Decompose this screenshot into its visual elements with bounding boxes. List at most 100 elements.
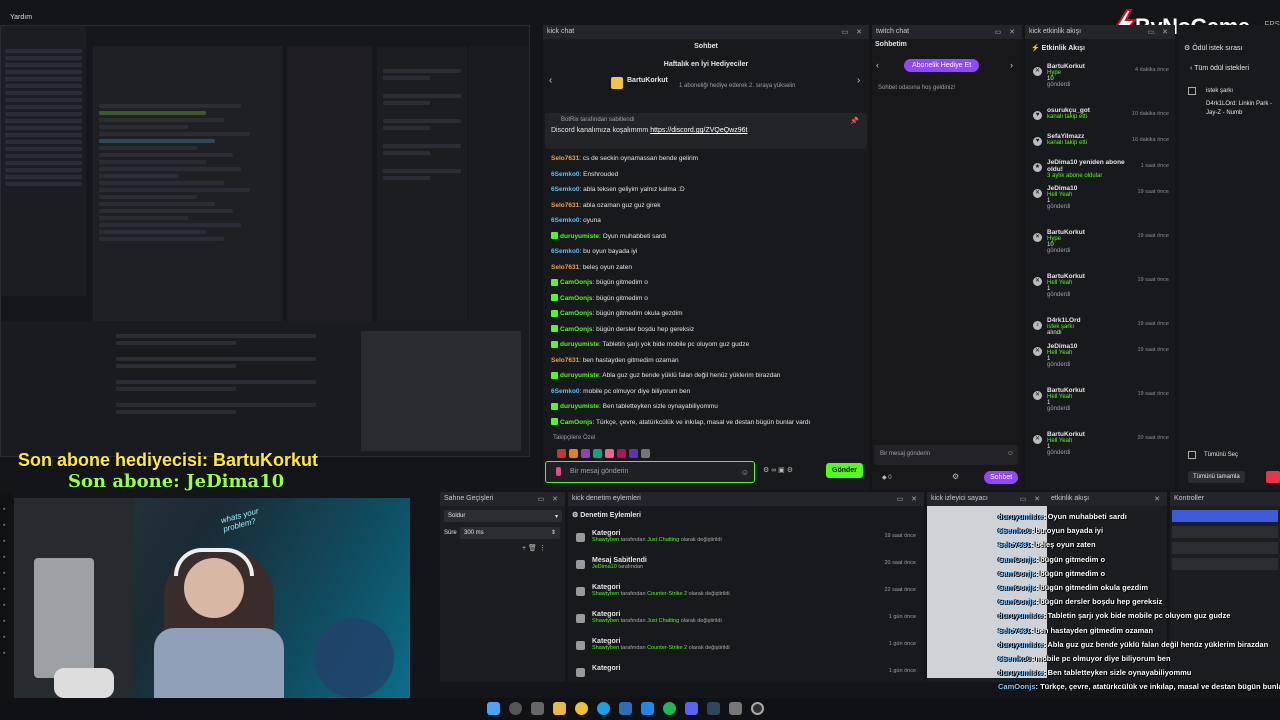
twitch-send-button[interactable]: Sohbet (984, 471, 1019, 484)
dock-close-icon[interactable]: ▭ ✕ (842, 28, 865, 36)
overlay-chat-user: duruyumiste (998, 512, 1044, 521)
discord-icon[interactable] (685, 702, 698, 715)
twitch-prev-icon[interactable]: ‹ (876, 60, 879, 70)
obs-icon[interactable] (751, 702, 764, 715)
chat-text: cs de seckin oynamassan bende gelirim (582, 155, 699, 162)
chat-username[interactable]: 6Semko0 (551, 388, 580, 395)
overlay-chat-line: duruyumiste: Oyun muhabbeti sardı (998, 510, 1280, 524)
chat-username[interactable]: 6Semko0 (551, 248, 580, 255)
overlay-chat-text: : Ben tabletteyken sizle oynayabiliyommu (1043, 668, 1192, 678)
chat-username[interactable]: 6Semko0 (551, 217, 580, 224)
chat-username[interactable]: Selo7631 (551, 155, 579, 162)
chat-username[interactable]: Selo7631 (551, 264, 579, 271)
kick-input-placeholder: Bir mesaj gönderin (570, 468, 629, 475)
chat-message: CamOonjs: bügün gitmedim o (543, 275, 869, 291)
gifters-prev-icon[interactable]: ‹ (549, 75, 552, 86)
kick-chat-header: Sohbet (694, 43, 718, 50)
steam-icon[interactable] (707, 702, 720, 715)
mod-action-desc: Shawtyben tarafından Just Chatting olara… (592, 537, 722, 543)
channel-points[interactable]: ◆ 0 (882, 474, 892, 481)
store-icon[interactable] (619, 702, 632, 715)
mod-action-item: Kategori Shawtyben tarafından Counter-Str… (568, 638, 924, 665)
reward-sub[interactable]: ‹ Tüm ödül istekleri (1190, 65, 1249, 72)
dock-close-icon[interactable]: ▭ ✕ (1020, 495, 1043, 503)
chat-text: bügün gitmedim o (596, 279, 648, 286)
mod-action-item: Kategori 1 gün önce (568, 665, 924, 692)
chat-message: Selo7631: cs de seckin oynamassan bende … (551, 155, 699, 162)
twitch-settings-icon[interactable]: ⚙ (952, 472, 959, 481)
transition-select[interactable]: Soldur ▾ (444, 510, 562, 522)
kick-send-button[interactable]: Gönder (826, 463, 863, 478)
overlay-chat-line: CamOonjs: bügün dersler boşdu hep gereks… (998, 595, 1280, 609)
dock-close-icon[interactable]: ▭ ✕ (995, 28, 1018, 36)
controls-dock-title: Kontroller (1170, 492, 1280, 506)
kick-chat-input[interactable]: Bir mesaj gönderin ☺ (545, 461, 755, 483)
event-item: ♥ osurukçu_got kanalı takip etti 10 dakika … (1025, 107, 1175, 133)
chat-text: Tabletin şarjı yok bide mobile pc oluyom… (602, 341, 750, 348)
event-item: ✕ BartuKorkut Hell Yeah 1 gönderdi 19 saat ön… (1025, 387, 1175, 431)
gifters-next-icon[interactable]: › (857, 75, 860, 86)
chat-username[interactable]: Selo7631 (551, 202, 579, 209)
task-view-icon[interactable] (531, 702, 544, 715)
chat-username[interactable]: 6Semko0 (551, 186, 580, 193)
select-all-checkbox[interactable] (1188, 451, 1196, 459)
pinned-link[interactable]: https://discord.gg/ZVQeQwz96t (650, 127, 747, 134)
chat-username[interactable]: 6Semko0 (551, 171, 580, 178)
spotify-icon[interactable] (663, 702, 676, 715)
mod-action-title: Kategori (592, 584, 621, 591)
twitch-emoji-icon[interactable]: ☺ (1007, 450, 1014, 457)
menu-help[interactable]: Yardım (10, 14, 32, 21)
chat-message: CamOonjs: bügün gitmedim okula gezdim (543, 306, 869, 322)
chat-username[interactable]: CamOonjs (560, 310, 593, 317)
transition-tools[interactable]: + 🗑 ⋮ (522, 544, 546, 552)
event-user: BartuKorkut (1047, 387, 1085, 394)
mic-icon[interactable] (556, 467, 561, 476)
top-gifters-title: Haftalık en İyi Hediyeciler (663, 61, 749, 68)
reward-checkbox[interactable] (1188, 87, 1196, 95)
event-user: osurukçu_got (1047, 107, 1090, 114)
chat-username[interactable]: CamOonjs (560, 419, 593, 426)
twitch-chat-dock-title: twitch chat ▭ ✕ (872, 25, 1022, 39)
select-all-label: Tümünü Seç (1204, 452, 1239, 458)
start-icon[interactable] (487, 702, 500, 715)
edge-icon[interactable] (597, 702, 610, 715)
dock-close-icon[interactable]: ▭ ✕ (1148, 28, 1171, 36)
twitch-chat-input[interactable]: Bir mesaj gönderin ☺ (874, 445, 1018, 465)
file-explorer-icon[interactable] (553, 702, 566, 715)
reject-all-button[interactable] (1266, 471, 1280, 483)
event-time: 16 dakika önce (1132, 137, 1169, 143)
dock-close-icon[interactable]: ▭ ✕ (538, 495, 561, 503)
chat-text: Oyun muhabbeti sardı (602, 232, 667, 240)
chat-username[interactable]: duruyumiste (560, 403, 599, 410)
event-x-icon: ✕ (1033, 233, 1042, 242)
chat-username[interactable]: CamOonjs (560, 295, 593, 302)
chat-username[interactable]: duruyumiste (560, 341, 599, 348)
mod-actions-list: Kategori Shawtyben tarafından Just Chatti… (568, 530, 924, 692)
chat-username[interactable]: CamOonjs (560, 326, 593, 333)
emote-row[interactable] (557, 445, 697, 458)
settings-icon[interactable] (729, 702, 742, 715)
last-sub-label: Son abone: JeDima10 (68, 471, 285, 492)
complete-all-button[interactable]: Tümünü tamamla (1188, 471, 1245, 483)
chat-tools-icons[interactable]: ⚙ ∞ ▣ ⚙ (763, 466, 793, 474)
reward-item-title: istek şarkı (1206, 88, 1234, 94)
chrome-icon[interactable] (575, 702, 588, 715)
overlay-chat-user: CamOonjs (998, 682, 1036, 692)
overlay-chat-line: duruyumiste: Tabletin şarjı yok bide mob… (998, 609, 1280, 623)
overlay-chat-user: CamOonjs (998, 554, 1036, 564)
mail-icon[interactable] (641, 702, 654, 715)
chat-username[interactable]: CamOonjs (560, 279, 593, 286)
emoji-icon[interactable]: ☺ (741, 468, 749, 477)
duration-input[interactable]: 300 ms ⇕ (460, 527, 560, 539)
dock-close-icon[interactable]: ▭ ✕ (897, 495, 920, 503)
chat-username[interactable]: duruyumiste (560, 372, 599, 379)
chat-username[interactable]: Selo7631 (551, 357, 579, 364)
dock-close-icon[interactable]: ✕ (1154, 495, 1163, 503)
gift-sub-button[interactable]: Abonelik Hediye Et (904, 59, 980, 72)
twitch-next-icon[interactable]: › (1010, 60, 1013, 70)
chat-username[interactable]: duruyumiste (560, 233, 599, 240)
transitions-dock-title: Sahne Geçişleri ▭ ✕ (440, 492, 565, 506)
pin-icon[interactable]: 📌 (850, 117, 859, 125)
event-detail2: gönderdi (1047, 248, 1071, 254)
search-icon[interactable] (509, 702, 522, 715)
